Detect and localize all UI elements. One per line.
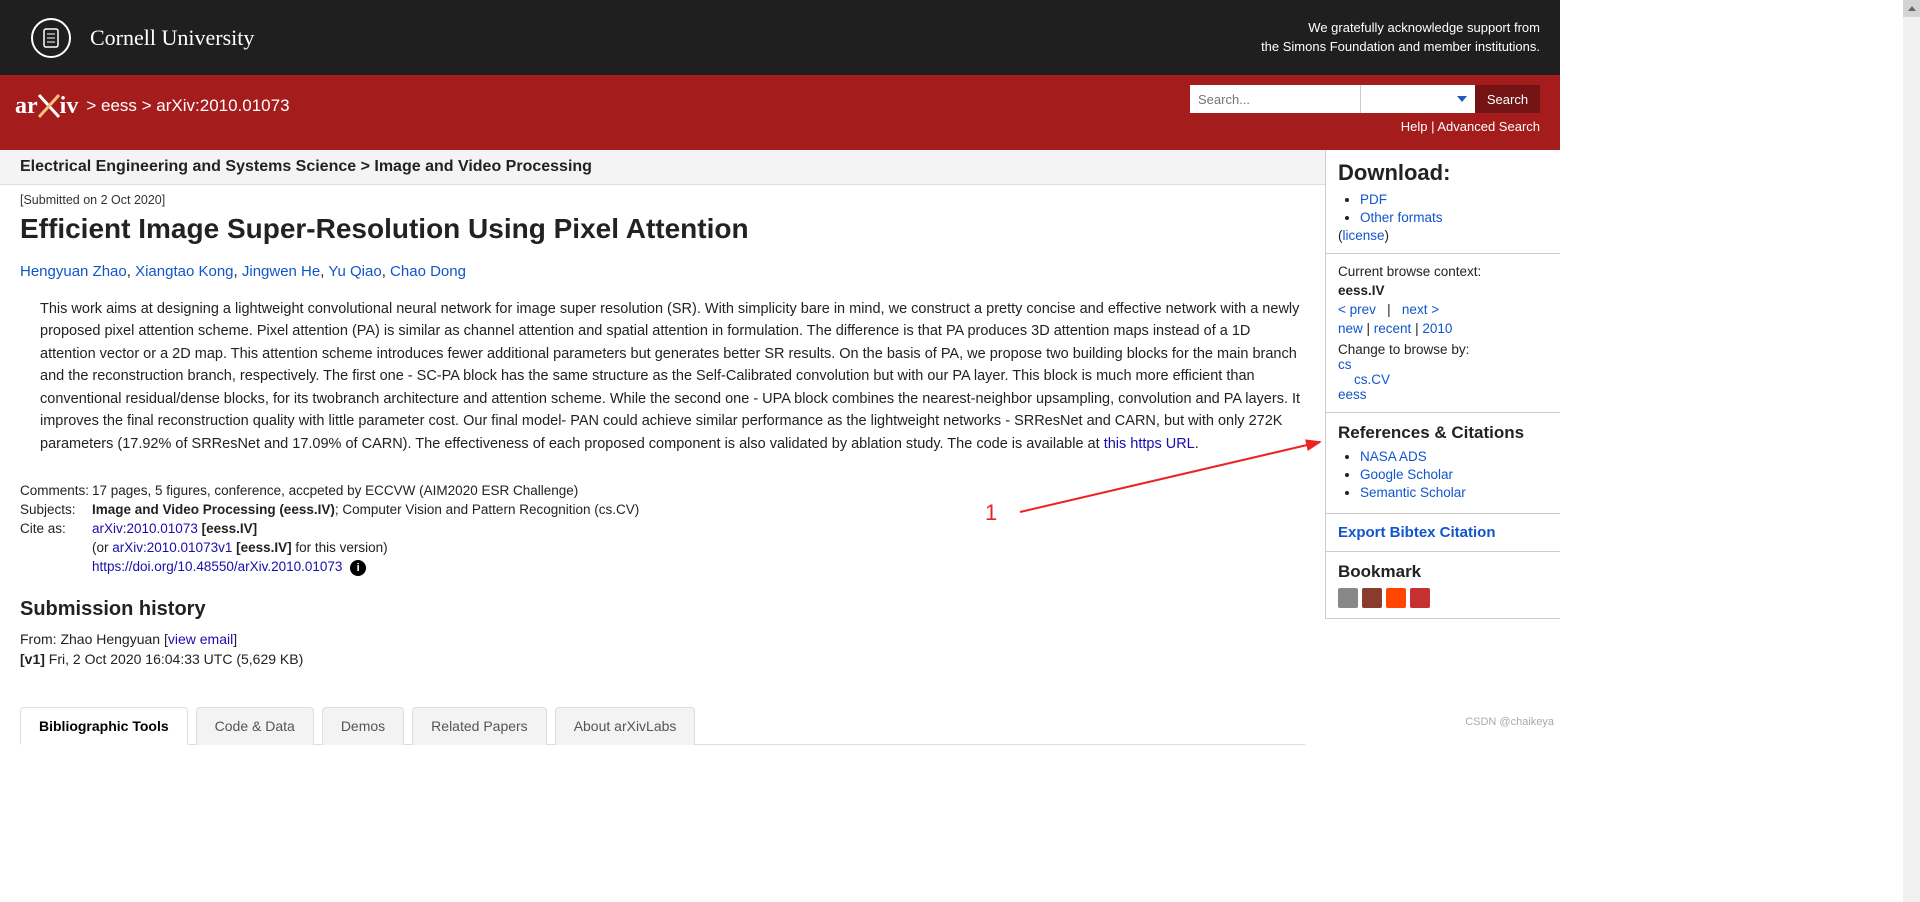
browse-cscv-link[interactable]: cs.CV	[1354, 372, 1390, 387]
breadcrumb-paper-id[interactable]: arXiv:2010.01073	[156, 96, 289, 115]
citeas-v1-link[interactable]: arXiv:2010.01073v1	[112, 540, 232, 555]
bookmark-heading: Bookmark	[1338, 562, 1548, 582]
current-context-label: Current browse context:	[1338, 264, 1548, 279]
info-icon[interactable]: i	[350, 560, 366, 576]
abstract-text: This work aims at designing a lightweigh…	[40, 301, 1300, 452]
citeas-value: arXiv:2010.01073 [eess.IV]	[92, 521, 257, 536]
comments-label: Comments:	[20, 483, 92, 498]
author-link[interactable]: Xiangtao Kong	[135, 263, 233, 280]
google-scholar-link[interactable]: Google Scholar	[1360, 467, 1453, 482]
breadcrumb-eess[interactable]: eess	[101, 96, 137, 115]
ack-line-1: We gratefully acknowledge support from	[1261, 19, 1540, 37]
submission-date: [Submitted on 2 Oct 2020]	[20, 193, 1305, 207]
main-column: Electrical Engineering and Systems Scien…	[0, 150, 1325, 784]
meta-table: Comments: 17 pages, 5 figures, conferenc…	[20, 483, 1305, 575]
citeas-id-link[interactable]: arXiv:2010.01073	[92, 521, 198, 536]
author-link[interactable]: Yu Qiao	[328, 263, 381, 280]
subject-bar: Electrical Engineering and Systems Scien…	[0, 150, 1325, 185]
subjects-value: Image and Video Processing (eess.IV); Co…	[92, 502, 639, 517]
browse-context-box: Current browse context: eess.IV < prev |…	[1326, 254, 1560, 413]
submission-v1: [v1] Fri, 2 Oct 2020 16:04:33 UTC (5,629…	[20, 651, 1305, 667]
bibsonomy-icon[interactable]	[1338, 588, 1358, 608]
references-box: References & Citations NASA ADS Google S…	[1326, 413, 1560, 514]
submission-history-heading: Submission history	[20, 598, 1305, 621]
paper-title: Efficient Image Super-Resolution Using P…	[20, 213, 1305, 245]
abstract: This work aims at designing a lightweigh…	[20, 298, 1305, 455]
sciencewise-icon[interactable]	[1410, 588, 1430, 608]
download-heading: Download:	[1338, 160, 1548, 186]
prev-link[interactable]: < prev	[1338, 302, 1376, 317]
download-pdf-link[interactable]: PDF	[1360, 192, 1387, 207]
advanced-search-link[interactable]: Advanced Search	[1437, 119, 1540, 134]
nasa-ads-link[interactable]: NASA ADS	[1360, 449, 1427, 464]
mendeley-icon[interactable]	[1362, 588, 1382, 608]
bookmark-box: Bookmark	[1326, 552, 1560, 619]
sidebar: Download: PDF Other formats (license) Cu…	[1325, 150, 1560, 619]
tab-about-arxivlabs[interactable]: About arXivLabs	[555, 707, 696, 745]
scrollbar[interactable]	[1903, 0, 1920, 902]
tabs-row: Bibliographic Tools Code & Data Demos Re…	[20, 707, 1305, 745]
comments-value: 17 pages, 5 figures, conference, accpete…	[92, 483, 578, 498]
browse-cs-link[interactable]: cs	[1338, 357, 1352, 372]
author-link[interactable]: Hengyuan Zhao	[20, 263, 127, 280]
watermark: CSDN @chaikeya	[1465, 716, 1554, 728]
scroll-up-button[interactable]	[1903, 0, 1920, 17]
export-box: Export Bibtex Citation	[1326, 514, 1560, 552]
tab-related-papers[interactable]: Related Papers	[412, 707, 547, 745]
submission-from: From: Zhao Hengyuan [view email]	[20, 631, 1305, 647]
semantic-scholar-link[interactable]: Semantic Scholar	[1360, 485, 1466, 500]
breadcrumb: > eess > arXiv:2010.01073	[86, 96, 289, 116]
arrow-up-icon	[1908, 6, 1916, 11]
cornell-seal-icon	[30, 17, 72, 59]
cornell-brand[interactable]: Cornell University	[30, 17, 254, 59]
context-category: eess.IV	[1338, 283, 1548, 298]
search-button[interactable]: Search	[1475, 85, 1540, 113]
author-link[interactable]: Jingwen He	[242, 263, 320, 280]
next-link[interactable]: next >	[1402, 302, 1439, 317]
tab-body	[20, 744, 1305, 764]
reddit-icon[interactable]	[1386, 588, 1406, 608]
new-link[interactable]: new	[1338, 321, 1363, 336]
code-url-link[interactable]: this https URL	[1104, 436, 1195, 452]
arxiv-logo[interactable]: ar iv	[15, 91, 78, 121]
arxiv-x-icon	[36, 91, 62, 121]
change-browse-label: Change to browse by:	[1338, 342, 1548, 357]
authors: Hengyuan Zhao, Xiangtao Kong, Jingwen He…	[20, 263, 1305, 280]
download-other-link[interactable]: Other formats	[1360, 210, 1443, 225]
tab-code-data[interactable]: Code & Data	[196, 707, 314, 745]
tab-bibliographic-tools[interactable]: Bibliographic Tools	[20, 707, 188, 745]
help-link[interactable]: Help	[1401, 119, 1428, 134]
view-email-link[interactable]: view email	[168, 631, 233, 647]
author-link[interactable]: Chao Dong	[390, 263, 466, 280]
arxiv-banner: ar iv > eess > arXiv:2010.01073 All fiel…	[0, 75, 1560, 150]
search-field-select[interactable]: All fields	[1360, 85, 1475, 113]
cornell-header: Cornell University We gratefully acknowl…	[0, 0, 1560, 75]
citeas-version: (or arXiv:2010.01073v1 [eess.IV] for thi…	[92, 540, 388, 555]
search-area: All fields Search Help | Advanced Search	[1190, 85, 1540, 134]
ack-line-2: the Simons Foundation and member institu…	[1261, 38, 1540, 56]
license-link[interactable]: license	[1343, 228, 1385, 243]
tab-demos[interactable]: Demos	[322, 707, 404, 745]
year-link[interactable]: 2010	[1422, 321, 1452, 336]
download-box: Download: PDF Other formats (license)	[1326, 150, 1560, 254]
doi-row: https://doi.org/10.48550/arXiv.2010.0107…	[92, 559, 366, 575]
references-heading: References & Citations	[1338, 423, 1548, 443]
search-input[interactable]	[1190, 85, 1360, 113]
browse-eess-link[interactable]: eess	[1338, 387, 1367, 402]
acknowledgement-text: We gratefully acknowledge support from t…	[1261, 19, 1540, 55]
doi-link[interactable]: https://doi.org/10.48550/arXiv.2010.0107…	[92, 559, 342, 574]
search-field-label: All fields	[1369, 92, 1417, 107]
subjects-label: Subjects:	[20, 502, 92, 517]
citeas-label: Cite as:	[20, 521, 92, 536]
content-columns: Electrical Engineering and Systems Scien…	[0, 150, 1560, 784]
chevron-down-icon	[1457, 96, 1467, 102]
export-bibtex-link[interactable]: Export Bibtex Citation	[1338, 524, 1496, 541]
recent-link[interactable]: recent	[1374, 321, 1412, 336]
cornell-name: Cornell University	[90, 25, 254, 51]
